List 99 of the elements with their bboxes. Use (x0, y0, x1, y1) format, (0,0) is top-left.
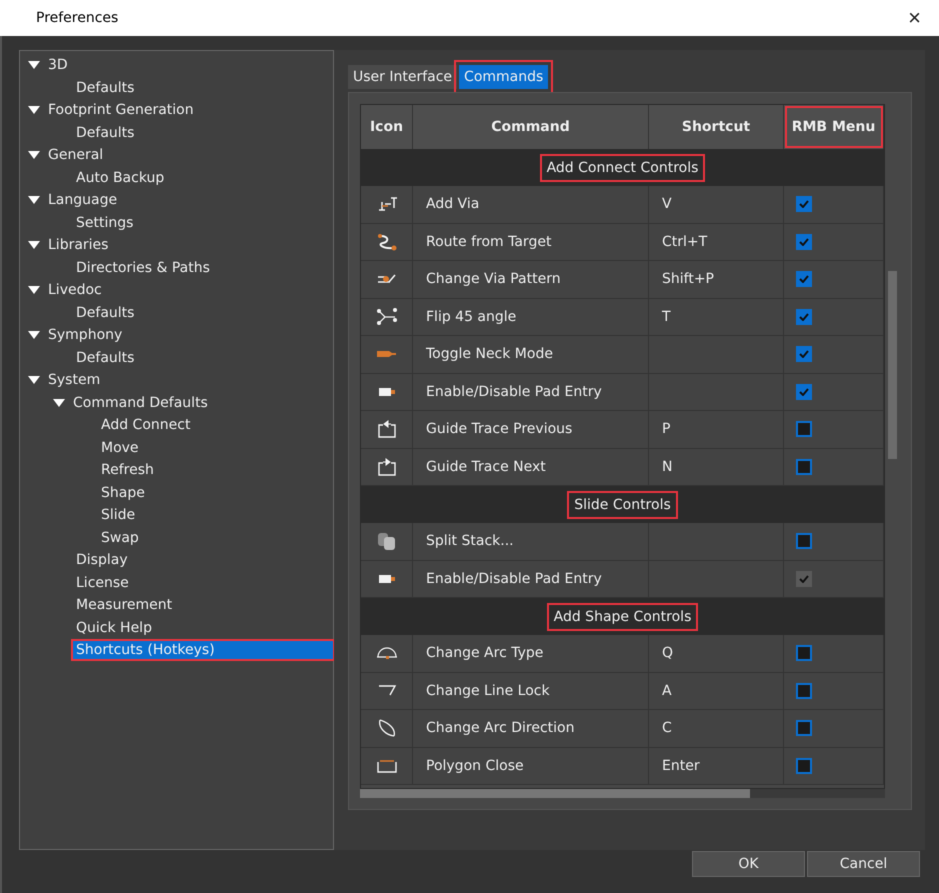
shortcut-cell: A (649, 672, 784, 710)
shortcut-cell: V (649, 186, 784, 224)
shortcut-cell: Enter (649, 748, 784, 785)
dialog-button[interactable]: OK (692, 851, 805, 877)
expanded-caret-icon[interactable] (28, 60, 40, 70)
checkbox[interactable] (796, 645, 812, 662)
command-cell: Enable/Disable Pad Entry (413, 560, 649, 598)
command-cell: Add Via (413, 186, 649, 224)
tree-item[interactable]: Settings (73, 214, 136, 232)
checkbox[interactable] (796, 271, 812, 288)
checkbox[interactable] (796, 533, 812, 550)
shortcut-cell: C (649, 710, 784, 748)
tab[interactable]: Commands (459, 65, 548, 89)
command-cell: Toggle Neck Mode (413, 336, 649, 374)
tab[interactable]: User Interface (348, 65, 458, 89)
command-cell: Flip 45 angle (413, 298, 649, 336)
tree-item[interactable]: Auto Backup (73, 168, 168, 187)
tree-item[interactable]: Defaults (73, 348, 138, 367)
command-cell: Enable/Disable Pad Entry (413, 374, 649, 411)
command-cell: Change Arc Type (413, 635, 649, 672)
checkbox[interactable] (796, 682, 812, 699)
checkbox[interactable] (796, 720, 812, 736)
tree-item[interactable]: Defaults (73, 78, 138, 97)
group-title: Slide Controls (569, 492, 676, 516)
expanded-caret-icon[interactable] (28, 150, 40, 160)
tree-item[interactable]: Display (73, 551, 131, 570)
check-icon (799, 388, 809, 396)
checkbox[interactable] (796, 458, 812, 475)
checkbox[interactable] (796, 196, 812, 212)
close-button[interactable]: × (904, 5, 925, 31)
check-icon (799, 350, 809, 358)
tree-item[interactable]: Libraries (45, 236, 112, 254)
command-cell: Change Via Pattern (413, 261, 649, 298)
flip-angle-icon (374, 306, 398, 327)
tree-item[interactable]: Livedoc (45, 281, 105, 300)
tree-item[interactable]: Defaults (73, 124, 138, 142)
tree-item[interactable]: Slide (98, 506, 138, 524)
check-icon (799, 238, 809, 246)
checkbox[interactable] (796, 421, 812, 438)
pad-entry-icon (378, 574, 394, 583)
pad-entry-icon (378, 388, 394, 396)
tree-item[interactable]: Directories & Paths (73, 258, 213, 277)
command-cell: Polygon Close (413, 748, 649, 785)
group-title: Add Connect Controls (542, 156, 704, 180)
checkbox[interactable] (796, 758, 812, 774)
checkbox[interactable] (796, 308, 812, 325)
column-header[interactable]: RMB Menu (784, 105, 884, 149)
command-cell: Change Arc Direction (413, 710, 649, 748)
shortcut-cell: T (649, 298, 784, 336)
checkbox[interactable] (796, 346, 812, 362)
group-title: Add Shape Controls (548, 604, 696, 628)
command-cell: Route from Target (413, 224, 649, 261)
tree-item[interactable]: Defaults (73, 304, 138, 322)
tree-item[interactable]: General (45, 146, 106, 164)
column-header[interactable]: Shortcut (649, 105, 784, 149)
tree-item[interactable]: Language (45, 191, 120, 210)
dialog-button[interactable]: Cancel (807, 851, 920, 877)
neck-icon (377, 350, 396, 358)
horizontal-scrollbar[interactable] (360, 789, 750, 798)
check-icon (799, 275, 809, 284)
tree-item[interactable]: Measurement (73, 596, 176, 614)
window-title: Preferences (36, 10, 118, 26)
shortcut-cell: P (649, 411, 784, 448)
check-icon (799, 200, 809, 208)
shortcut-cell: Shift+P (649, 261, 784, 298)
expanded-caret-icon[interactable] (28, 240, 40, 250)
expanded-caret-icon[interactable] (28, 105, 40, 116)
column-header[interactable]: Command (413, 105, 649, 149)
check-icon (799, 312, 809, 321)
tree-item[interactable]: System (45, 371, 104, 390)
tree-item[interactable]: Move (98, 438, 142, 457)
tree-item[interactable]: Shape (98, 484, 148, 502)
command-cell: Guide Trace Next (413, 448, 649, 486)
tree-item[interactable]: Command Defaults (70, 394, 211, 412)
expanded-caret-icon[interactable] (28, 195, 40, 206)
shortcut-cell: Ctrl+T (649, 224, 784, 261)
shortcut-cell: N (649, 448, 784, 486)
tree-item[interactable]: Shortcuts (Hotkeys) (73, 641, 333, 660)
expanded-caret-icon[interactable] (28, 285, 40, 296)
expanded-caret-icon[interactable] (28, 330, 40, 340)
check-icon (799, 574, 809, 583)
tree-item[interactable]: Symphony (45, 326, 126, 344)
tree-item[interactable]: Swap (98, 528, 142, 547)
command-cell: Guide Trace Previous (413, 411, 649, 448)
command-cell: Split Stack... (413, 523, 649, 560)
tree-item[interactable]: Quick Help (73, 618, 155, 637)
tree-item[interactable]: License (73, 574, 132, 592)
tree-item[interactable]: Add Connect (98, 416, 194, 434)
checkbox[interactable] (796, 234, 812, 250)
vertical-scrollbar[interactable] (888, 271, 897, 459)
expanded-caret-icon[interactable] (28, 375, 40, 386)
column-header[interactable]: Icon (361, 105, 413, 149)
tree-item[interactable]: 3D (45, 56, 71, 74)
expanded-caret-icon[interactable] (53, 398, 65, 408)
command-cell: Change Line Lock (413, 672, 649, 710)
tree-item[interactable]: Footprint Generation (45, 101, 197, 120)
tree-item[interactable]: Refresh (98, 461, 157, 480)
shortcut-cell: Q (649, 635, 784, 672)
checkbox[interactable] (796, 384, 812, 400)
